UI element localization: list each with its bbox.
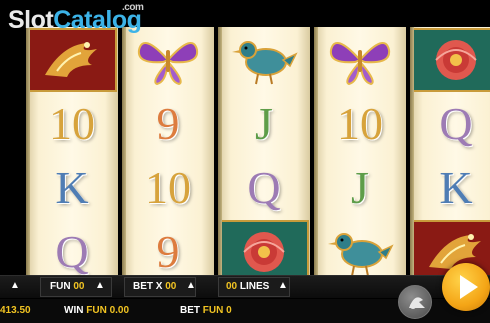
lines-value: 00 <box>226 281 238 292</box>
play-triangle-icon <box>460 275 478 299</box>
peony-icon <box>219 220 309 275</box>
slot-game-screen: SlotCatalog .com 10 K Q 9 10 9 J Q 10 J … <box>0 0 490 323</box>
symbol-peony <box>218 220 310 275</box>
spin-button[interactable] <box>442 263 490 311</box>
symbol-j: J <box>255 98 273 149</box>
butterfly-icon <box>329 41 391 86</box>
total-bet-display: BET FUN 0 <box>180 305 232 316</box>
symbol-k: K <box>55 162 89 213</box>
chevron-up-icon[interactable]: ▲ <box>186 280 196 291</box>
autoplay-button[interactable] <box>398 285 432 319</box>
balance-display: 413.50 <box>0 305 31 316</box>
symbol-q: Q <box>247 162 281 213</box>
reel-2: 9 10 9 <box>122 27 214 275</box>
autoplay-icon <box>409 297 425 309</box>
reel-edge <box>314 27 318 275</box>
reel-edge <box>410 27 414 275</box>
balance-value: 413.50 <box>0 305 31 316</box>
symbol-10: 10 <box>145 162 191 213</box>
lines-label: LINES <box>239 281 270 292</box>
win-display: WIN FUN 0.00 <box>64 305 129 316</box>
symbol-q: Q <box>439 98 473 149</box>
watermark-logo: SlotCatalog .com <box>8 2 144 35</box>
symbol-k: K <box>439 162 473 213</box>
symbol-bird <box>218 29 310 91</box>
reel-4: 10 J <box>314 27 406 275</box>
reel-1: 10 K Q <box>26 27 118 275</box>
bet-multiplier-control[interactable]: BET X 00 <box>133 281 176 292</box>
phoenix-icon <box>27 28 117 92</box>
coin-control[interactable]: FUN 00 <box>50 281 84 292</box>
logo-slot-text: Slot <box>8 6 54 34</box>
symbol-peony <box>410 28 490 92</box>
symbol-bird <box>314 221 406 275</box>
butterfly-icon <box>137 41 199 86</box>
total-bet-label: BET <box>180 305 200 316</box>
symbol-butterfly <box>122 29 214 91</box>
chevron-up-icon[interactable]: ▲ <box>278 280 288 291</box>
symbol-butterfly <box>314 29 406 91</box>
symbol-j: J <box>351 162 369 213</box>
total-bet-currency: FUN <box>202 305 224 316</box>
reel-3: J Q <box>218 27 310 275</box>
bet-value: 00 <box>165 281 177 292</box>
chevron-up-icon[interactable]: ▲ <box>95 280 105 291</box>
win-label: WIN <box>64 305 84 316</box>
reel-5: Q K <box>410 27 490 275</box>
win-currency: FUN <box>86 305 107 316</box>
reel-edge <box>26 27 30 275</box>
reel-edge <box>122 27 126 275</box>
symbol-10: 10 <box>337 98 383 149</box>
symbol-10: 10 <box>49 98 95 149</box>
symbol-9: 9 <box>156 98 180 149</box>
bird-icon <box>232 41 298 85</box>
peony-icon <box>411 28 490 92</box>
bet-label: BET X <box>133 281 163 292</box>
coin-value: 00 <box>73 281 85 292</box>
symbol-phoenix <box>26 28 118 92</box>
logo-com-text: .com <box>122 2 144 13</box>
reel-edge <box>218 27 222 275</box>
chevron-up-icon[interactable]: ▲ <box>10 280 20 291</box>
bird-icon <box>328 233 394 275</box>
symbol-9: 9 <box>156 226 180 275</box>
win-value: 0.00 <box>109 305 130 316</box>
symbol-q: Q <box>55 226 89 275</box>
reel-area: 10 K Q 9 10 9 J Q 10 J Q K <box>26 27 490 275</box>
lines-control[interactable]: 00 LINES <box>226 281 269 292</box>
total-bet-value: 0 <box>226 305 232 316</box>
coin-label: FUN <box>50 281 71 292</box>
